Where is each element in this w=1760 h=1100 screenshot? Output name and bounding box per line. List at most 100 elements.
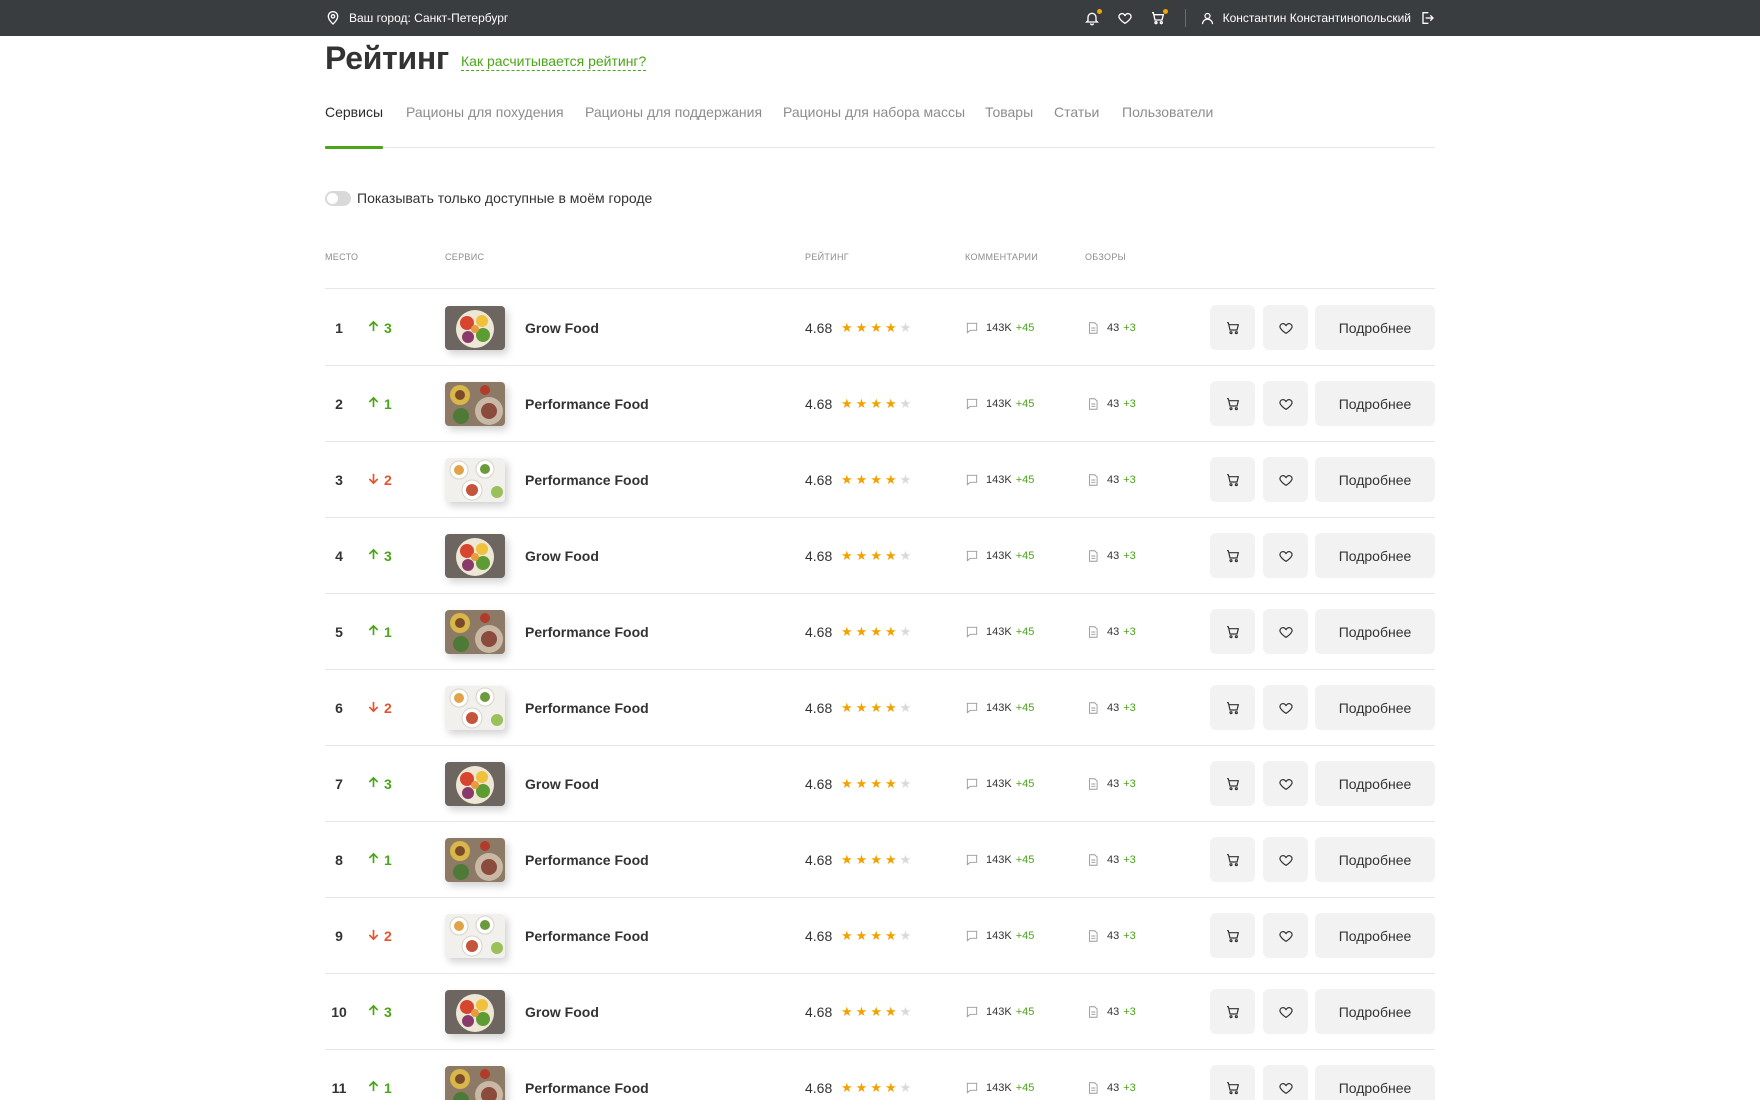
service-thumbnail[interactable] bbox=[445, 762, 505, 806]
add-to-favorites-button[interactable] bbox=[1263, 685, 1308, 730]
star-filled-icon: ★ bbox=[855, 548, 868, 563]
tab-weight-loss[interactable]: Рационы для похудения bbox=[406, 104, 564, 148]
notifications-button[interactable] bbox=[1083, 9, 1102, 27]
star-filled-icon: ★ bbox=[884, 472, 897, 487]
arrow-up-icon bbox=[367, 852, 380, 868]
service-thumbnail[interactable] bbox=[445, 534, 505, 578]
add-to-cart-button[interactable] bbox=[1210, 837, 1255, 882]
service-name[interactable]: Performance Food bbox=[525, 928, 649, 944]
add-to-cart-button[interactable] bbox=[1210, 305, 1255, 350]
reviews-count: 43 +3 bbox=[1086, 853, 1136, 867]
add-to-cart-button[interactable] bbox=[1210, 761, 1255, 806]
details-button[interactable]: Подробнее bbox=[1315, 913, 1435, 958]
comments-value: 143K bbox=[986, 854, 1012, 866]
tab-users[interactable]: Пользователи bbox=[1122, 104, 1213, 148]
table-row: 4 3 Grow Food 4.68 ★ ★ ★ ★ ★ 143K +45 43 +3 … bbox=[325, 518, 1435, 594]
tab-services[interactable]: Сервисы bbox=[325, 104, 384, 149]
details-button[interactable]: Подробнее bbox=[1315, 381, 1435, 426]
add-to-favorites-button[interactable] bbox=[1263, 1065, 1308, 1100]
add-to-favorites-button[interactable] bbox=[1263, 837, 1308, 882]
details-button[interactable]: Подробнее bbox=[1315, 1065, 1435, 1100]
add-to-favorites-button[interactable] bbox=[1263, 761, 1308, 806]
add-to-cart-button[interactable] bbox=[1210, 457, 1255, 502]
place-change-value: 3 bbox=[384, 320, 392, 336]
table-row: 3 2 Performance Food 4.68 ★ ★ ★ ★ ★ 143K +45… bbox=[325, 442, 1435, 518]
service-name[interactable]: Performance Food bbox=[525, 624, 649, 640]
reviews-value: 43 bbox=[1107, 854, 1120, 866]
add-to-cart-button[interactable] bbox=[1210, 609, 1255, 654]
service-thumbnail[interactable] bbox=[445, 914, 505, 958]
service-thumbnail[interactable] bbox=[445, 1066, 505, 1100]
star-filled-icon: ★ bbox=[884, 1080, 897, 1095]
city-selector[interactable]: Ваш город: Санкт-Петербург bbox=[325, 10, 508, 26]
add-to-favorites-button[interactable] bbox=[1263, 305, 1308, 350]
star-filled-icon: ★ bbox=[870, 1080, 882, 1095]
star-empty-icon: ★ bbox=[899, 852, 912, 867]
details-button[interactable]: Подробнее bbox=[1315, 305, 1435, 350]
add-to-favorites-button[interactable] bbox=[1263, 533, 1308, 578]
details-button[interactable]: Подробнее bbox=[1315, 457, 1435, 502]
tab-articles[interactable]: Статьи bbox=[1054, 104, 1099, 148]
service-thumbnail[interactable] bbox=[445, 838, 505, 882]
tab-mass-gain[interactable]: Рационы для набора массы bbox=[783, 104, 965, 148]
logout-button[interactable] bbox=[1419, 10, 1435, 26]
cart-icon bbox=[1226, 473, 1239, 486]
reviews-count: 43 +3 bbox=[1086, 397, 1136, 411]
city-filter-toggle[interactable] bbox=[325, 190, 351, 206]
service-thumbnail[interactable] bbox=[445, 990, 505, 1034]
add-to-cart-button[interactable] bbox=[1210, 685, 1255, 730]
rating-info-link[interactable]: Как расчитывается рейтинг? bbox=[461, 53, 647, 71]
cart-button[interactable] bbox=[1149, 9, 1168, 27]
place-change: 1 bbox=[367, 624, 392, 640]
add-to-cart-button[interactable] bbox=[1210, 381, 1255, 426]
details-button[interactable]: Подробнее bbox=[1315, 837, 1435, 882]
service-thumbnail[interactable] bbox=[445, 306, 505, 350]
details-button[interactable]: Подробнее bbox=[1315, 533, 1435, 578]
service-name[interactable]: Grow Food bbox=[525, 776, 599, 792]
service-thumbnail[interactable] bbox=[445, 382, 505, 426]
rating-stars: ★ ★ ★ ★ ★ bbox=[841, 700, 911, 716]
service-thumbnail[interactable] bbox=[445, 686, 505, 730]
comment-icon bbox=[966, 778, 978, 790]
service-name[interactable]: Grow Food bbox=[525, 548, 599, 564]
add-to-favorites-button[interactable] bbox=[1263, 381, 1308, 426]
add-to-favorites-button[interactable] bbox=[1263, 609, 1308, 654]
place-change-value: 3 bbox=[384, 776, 392, 792]
details-button[interactable]: Подробнее bbox=[1315, 609, 1435, 654]
comment-icon bbox=[966, 702, 978, 714]
comment-icon bbox=[966, 930, 978, 942]
favorites-button[interactable] bbox=[1116, 9, 1134, 27]
service-thumbnail[interactable] bbox=[445, 610, 505, 654]
add-to-cart-button[interactable] bbox=[1210, 1065, 1255, 1100]
place-change: 1 bbox=[367, 1080, 392, 1096]
service-name[interactable]: Performance Food bbox=[525, 852, 649, 868]
service-name[interactable]: Performance Food bbox=[525, 396, 649, 412]
heart-icon bbox=[1278, 322, 1293, 334]
page-title: Рейтинг bbox=[325, 40, 449, 76]
user-menu[interactable]: Константин Константинопольский bbox=[1200, 11, 1411, 26]
details-button[interactable]: Подробнее bbox=[1315, 685, 1435, 730]
reviews-delta: +3 bbox=[1123, 702, 1136, 714]
tab-products[interactable]: Товары bbox=[985, 104, 1033, 148]
service-name[interactable]: Performance Food bbox=[525, 1080, 649, 1096]
add-to-favorites-button[interactable] bbox=[1263, 989, 1308, 1034]
comments-delta: +45 bbox=[1015, 702, 1035, 714]
tab-maintenance[interactable]: Рационы для поддержания bbox=[585, 104, 762, 148]
star-filled-icon: ★ bbox=[841, 472, 853, 487]
details-button[interactable]: Подробнее bbox=[1315, 989, 1435, 1034]
add-to-favorites-button[interactable] bbox=[1263, 457, 1308, 502]
add-to-cart-button[interactable] bbox=[1210, 913, 1255, 958]
header-comments: Комментарии bbox=[965, 252, 1039, 262]
service-name[interactable]: Grow Food bbox=[525, 1004, 599, 1020]
add-to-favorites-button[interactable] bbox=[1263, 913, 1308, 958]
add-to-cart-button[interactable] bbox=[1210, 533, 1255, 578]
service-thumbnail[interactable] bbox=[445, 458, 505, 502]
service-name[interactable]: Performance Food bbox=[525, 700, 649, 716]
add-to-cart-button[interactable] bbox=[1210, 989, 1255, 1034]
document-icon bbox=[1089, 322, 1098, 334]
star-filled-icon: ★ bbox=[855, 1004, 868, 1019]
service-name[interactable]: Performance Food bbox=[525, 472, 649, 488]
comments-value: 143K bbox=[986, 626, 1012, 638]
details-button[interactable]: Подробнее bbox=[1315, 761, 1435, 806]
service-name[interactable]: Grow Food bbox=[525, 320, 599, 336]
